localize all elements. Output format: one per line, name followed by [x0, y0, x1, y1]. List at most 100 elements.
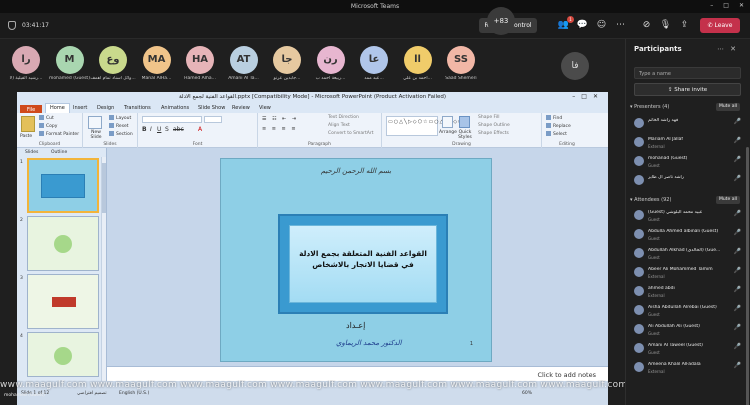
slide-thumbnail[interactable] — [27, 216, 99, 271]
participant-avatar[interactable]: جا — [273, 46, 301, 74]
participant-row[interactable]: Abdulla Ahmed albinali (Guest) Guest 🎤 — [634, 228, 749, 244]
italic-button[interactable]: I — [150, 126, 152, 133]
arrange-icon[interactable] — [442, 116, 453, 128]
share-invite-button[interactable]: ⇪ Share invite — [634, 83, 741, 96]
slide-thumbnail[interactable] — [27, 158, 99, 213]
participant-row[interactable]: راشد ناصر ال طاير 🎤 — [634, 174, 749, 190]
participant-avatar[interactable]: اا — [403, 46, 432, 74]
new-slide-icon[interactable] — [88, 116, 102, 129]
tab-slide-show[interactable]: Slide Show — [198, 105, 225, 111]
participant-row[interactable]: (Guest) عبيد محمد البلوشي Guest 🎤 — [634, 209, 749, 225]
tab-transitions[interactable]: Transitions — [124, 105, 151, 111]
slide-thumbnail[interactable] — [27, 332, 99, 377]
shapes-gallery[interactable]: ▭○△╲▷◇⬡☆▭○△╲▷◇⬡☆ — [386, 116, 468, 136]
paste-button[interactable]: Paste — [20, 134, 32, 139]
align-buttons[interactable]: ≡ ≡ ≡ ≡ — [262, 126, 298, 132]
close-panel-icon[interactable]: ✕ — [730, 45, 742, 53]
presenters-header[interactable]: ▾ Presenters (4) — [630, 104, 669, 110]
font-color-button[interactable]: A — [198, 126, 202, 133]
reactions-icon[interactable]: ☺ — [595, 19, 608, 32]
participant-row[interactable]: Abeer Ali Mohammed Tamim External 🎤 — [634, 266, 749, 282]
participant-avatar[interactable]: SS — [447, 46, 475, 74]
align-text-button[interactable]: Align Text — [328, 123, 350, 128]
participant-row[interactable]: Amani Al Taweel (Guest) Guest 🎤 — [634, 342, 749, 358]
participant-row[interactable]: Ali Abdullah Ali (Guest) Guest 🎤 — [634, 323, 749, 339]
strikethrough-button[interactable]: abc — [173, 126, 184, 133]
bold-button[interactable]: B — [142, 126, 147, 133]
minimize-icon[interactable]: – — [710, 2, 713, 9]
more-participants-button[interactable]: +83 — [487, 7, 515, 35]
cut-button[interactable]: Cut — [39, 115, 54, 121]
tab-insert[interactable]: Insert — [73, 105, 87, 111]
slides-scrollbar[interactable] — [101, 157, 106, 381]
current-slide[interactable]: بسم الله الرحمن الرحيم القواعد الفنية ال… — [220, 158, 492, 362]
participant-row[interactable]: فهد راشد الخاتم 🎤 — [634, 117, 749, 133]
mic-off-icon[interactable]: 🎙 — [659, 19, 672, 32]
quick-styles-icon[interactable] — [459, 116, 470, 128]
tab-outline[interactable]: Outline — [51, 150, 67, 155]
share-screen-icon[interactable]: ⇪ — [678, 19, 691, 32]
notes-pane[interactable]: Click to add notes — [107, 366, 608, 381]
replace-button[interactable]: Replace — [546, 123, 571, 129]
participant-row[interactable]: Aisha Abdullah Alrebai (Guest) Guest 🎤 — [634, 304, 749, 320]
layout-button[interactable]: Layout — [109, 115, 131, 121]
participant-avatar[interactable]: را — [12, 46, 40, 74]
slide-title[interactable]: القواعد الفنية المتعلقة بجمع الادلة في ق… — [294, 248, 432, 270]
participant-avatar[interactable]: MA — [142, 46, 171, 74]
participant-avatar[interactable]: عا — [360, 46, 388, 74]
underline-button[interactable]: U — [157, 126, 161, 133]
attendees-header[interactable]: ▾ Attendees (92) — [630, 197, 671, 203]
maximize-icon[interactable]: □ — [723, 2, 729, 9]
leave-button[interactable]: ✆ Leave — [700, 18, 740, 33]
participant-row[interactable]: mohanad (Guest) Guest 🎤 — [634, 155, 749, 171]
tab-slides[interactable]: Slides — [25, 150, 38, 155]
chat-icon[interactable]: 💬 — [576, 19, 589, 32]
paste-icon[interactable] — [21, 116, 35, 132]
tab-view[interactable]: View — [259, 105, 271, 111]
slide-thumbnail[interactable] — [27, 274, 99, 329]
select-button[interactable]: Select — [546, 131, 567, 137]
find-button[interactable]: Find — [546, 115, 562, 121]
mute-all-attendees-button[interactable]: Mute all — [716, 196, 740, 204]
close-icon[interactable]: ✕ — [739, 2, 744, 9]
format-painter-button[interactable]: Format Painter — [39, 131, 79, 137]
participant-avatar[interactable]: وع — [99, 46, 127, 74]
shape-effects-button[interactable]: Shape Effects — [478, 131, 509, 136]
participant-avatar[interactable]: M — [55, 46, 84, 74]
participant-row[interactable]: Abdullah Alkhad (الخالدي) (Gue... Guest 🎤 — [634, 247, 749, 263]
participant-avatar[interactable]: رن — [316, 46, 345, 74]
font-name-select[interactable] — [142, 116, 202, 123]
mic-muted-icon: 🎤 — [733, 229, 741, 236]
more-actions-icon[interactable]: ⋯ — [614, 19, 627, 32]
tab-review[interactable]: Review — [232, 105, 250, 111]
participant-search-input[interactable]: Type a name — [634, 67, 741, 79]
more-options-icon[interactable]: ⋯ — [717, 45, 730, 53]
reset-button[interactable]: Reset — [109, 123, 129, 129]
shape-fill-button[interactable]: Shape Fill — [478, 115, 500, 120]
slide-number: 4 — [20, 334, 23, 339]
text-direction-button[interactable]: Text Direction — [328, 115, 359, 120]
new-slide-button[interactable]: New Slide — [85, 130, 107, 140]
quick-styles-button[interactable]: Quick Styles — [456, 130, 474, 140]
tab-design[interactable]: Design — [97, 105, 114, 111]
arrange-button[interactable]: Arrange — [439, 130, 457, 135]
panel-scrollbar[interactable] — [746, 147, 749, 405]
participant-avatar[interactable]: HA — [186, 46, 214, 74]
title-frame[interactable]: القواعد الفنية المتعلقة بجمع الادلة في ق… — [278, 214, 448, 314]
participant-row[interactable]: ahmed abdi External 🎤 — [634, 285, 749, 301]
font-size-select[interactable] — [204, 116, 222, 123]
scrollbar-thumb[interactable] — [102, 163, 106, 213]
copy-button[interactable]: Copy — [39, 123, 57, 129]
convert-smartart-button[interactable]: Convert to SmartArt — [328, 131, 373, 136]
shadow-button[interactable]: S — [165, 126, 169, 133]
mute-all-presenters-button[interactable]: Mute all — [716, 103, 740, 111]
tab-animations[interactable]: Animations — [161, 105, 189, 111]
tab-home[interactable]: Home — [45, 103, 70, 113]
camera-off-icon[interactable]: ⊘ — [640, 19, 653, 32]
participant-row[interactable]: Mariam Al Jallaf External 🎤 — [634, 136, 749, 152]
participant-row[interactable]: Ameena Khalil AlFadala External 🎤 — [634, 361, 749, 377]
section-button[interactable]: Section — [109, 131, 133, 137]
participant-avatar[interactable]: AT — [229, 46, 258, 74]
bullets-buttons[interactable]: ☰ ☷ ⇤ ⇥ — [262, 116, 298, 122]
shape-outline-button[interactable]: Shape Outline — [478, 123, 510, 128]
